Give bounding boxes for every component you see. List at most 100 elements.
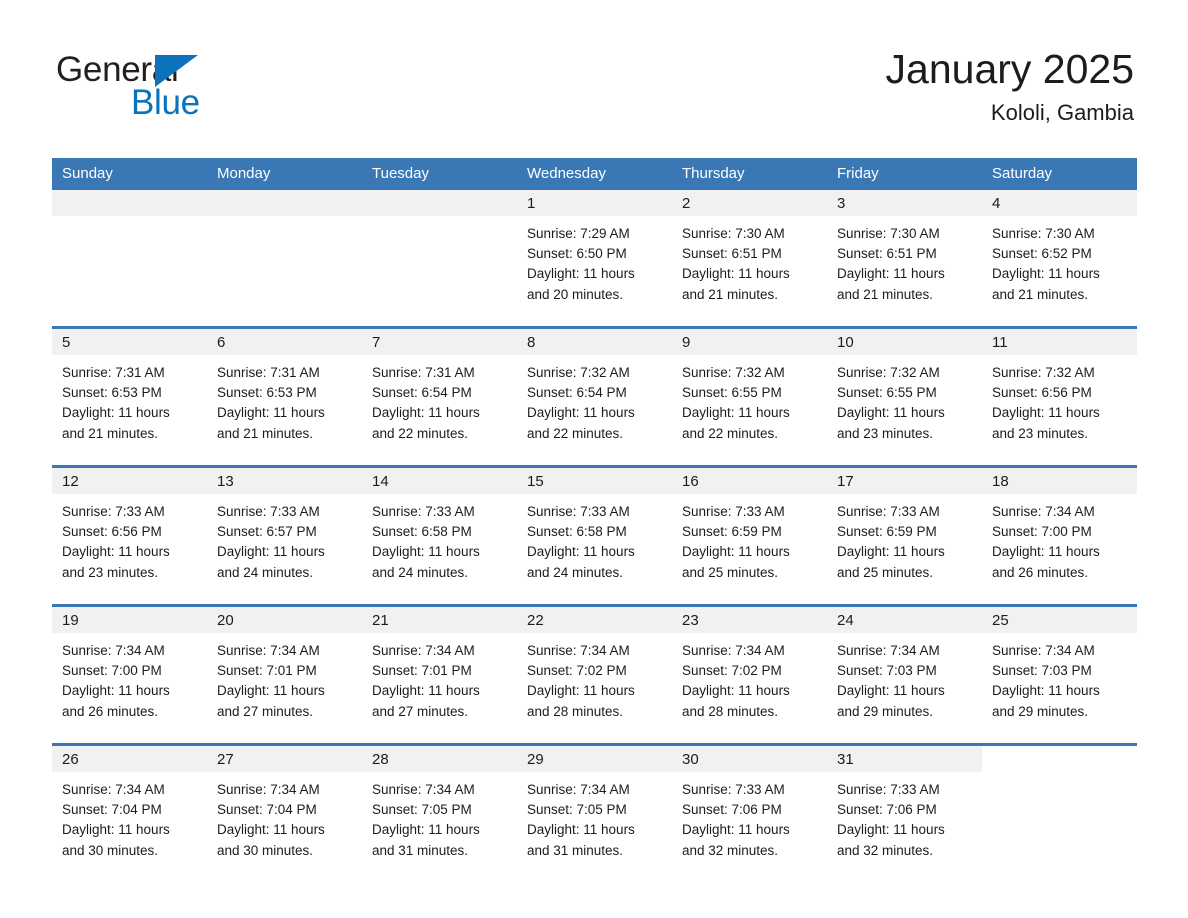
sunrise-text: Sunrise: 7:33 AM [372,504,475,519]
daylight-text-line1: Daylight: 11 hours [682,683,790,699]
sunset-text: Sunset: 7:03 PM [992,663,1092,679]
day-cell[interactable]: 25 Sunrise: 7:34 AM Sunset: 7:03 PM Dayligh… [982,604,1137,735]
sunset-text: Sunset: 6:51 PM [837,246,937,262]
daylight-text-line1: Daylight: 11 hours [992,683,1100,699]
day-cell[interactable]: 31 Sunrise: 7:33 AM Sunset: 7:06 PM Dayligh… [827,743,982,874]
sunrise-text: Sunrise: 7:33 AM [837,782,940,797]
sunrise-text: Sunrise: 7:33 AM [62,504,165,519]
day-cell[interactable]: 13 Sunrise: 7:33 AM Sunset: 6:57 PM Dayligh… [207,465,362,596]
day-cell[interactable]: 27 Sunrise: 7:34 AM Sunset: 7:04 PM Dayligh… [207,743,362,874]
day-cell[interactable]: 26 Sunrise: 7:34 AM Sunset: 7:04 PM Dayligh… [52,743,207,874]
day-cell-empty [362,190,517,318]
day-details: Sunrise: 7:34 AM Sunset: 7:04 PM Daylight:… [207,772,362,861]
day-cell[interactable]: 7 Sunrise: 7:31 AM Sunset: 6:54 PM Daylight… [362,326,517,457]
sunset-text: Sunset: 7:01 PM [372,663,472,679]
day-cell[interactable]: 15 Sunrise: 7:33 AM Sunset: 6:58 PM Dayligh… [517,465,672,596]
day-cell-inner: 16 Sunrise: 7:33 AM Sunset: 6:59 PM Dayligh… [672,468,827,596]
day-number: 4 [982,190,1137,216]
daylight-text-line1: Daylight: 11 hours [217,544,325,560]
day-cell-inner: 24 Sunrise: 7:34 AM Sunset: 7:03 PM Dayligh… [827,607,982,735]
day-cell[interactable]: 29 Sunrise: 7:34 AM Sunset: 7:05 PM Dayligh… [517,743,672,874]
daylight-text-line2: and 21 minutes. [62,425,159,441]
day-cell[interactable]: 22 Sunrise: 7:34 AM Sunset: 7:02 PM Dayligh… [517,604,672,735]
sunset-text: Sunset: 6:54 PM [527,385,627,401]
day-number: 28 [362,746,517,772]
weekday-header-row: Sunday Monday Tuesday Wednesday Thursday… [52,158,1137,190]
sunrise-text: Sunrise: 7:30 AM [992,226,1095,241]
daylight-text-line1: Daylight: 11 hours [527,405,635,421]
day-number: 3 [827,190,982,216]
day-cell[interactable]: 1 Sunrise: 7:29 AM Sunset: 6:50 PM Daylight… [517,190,672,318]
day-number: 26 [52,746,207,772]
day-number: 1 [517,190,672,216]
daylight-text-line2: and 28 minutes. [527,703,624,719]
day-cell[interactable]: 17 Sunrise: 7:33 AM Sunset: 6:59 PM Dayligh… [827,465,982,596]
sunrise-text: Sunrise: 7:33 AM [527,504,630,519]
daylight-text-line2: and 23 minutes. [992,425,1089,441]
day-cell[interactable]: 2 Sunrise: 7:30 AM Sunset: 6:51 PM Daylight… [672,190,827,318]
day-number: 30 [672,746,827,772]
day-details: Sunrise: 7:33 AM Sunset: 6:59 PM Daylight:… [827,494,982,583]
day-number: 7 [362,329,517,355]
day-cell[interactable]: 28 Sunrise: 7:34 AM Sunset: 7:05 PM Dayligh… [362,743,517,874]
day-cell-inner: 9 Sunrise: 7:32 AM Sunset: 6:55 PM Daylight… [672,329,827,457]
week-gap-cell [52,735,1137,745]
page-header: General Blue January 2025 Kololi, Gambia [0,0,1188,124]
day-number: 9 [672,329,827,355]
day-number [362,190,517,216]
sunset-text: Sunset: 6:51 PM [682,246,782,262]
sunset-text: Sunset: 7:02 PM [527,663,627,679]
day-cell-inner: 21 Sunrise: 7:34 AM Sunset: 7:01 PM Dayligh… [362,607,517,735]
day-number: 6 [207,329,362,355]
sunset-text: Sunset: 6:53 PM [62,385,162,401]
sunset-text: Sunset: 6:52 PM [992,246,1092,262]
day-cell[interactable]: 19 Sunrise: 7:34 AM Sunset: 7:00 PM Dayligh… [52,604,207,735]
day-number: 23 [672,607,827,633]
day-cell[interactable]: 14 Sunrise: 7:33 AM Sunset: 6:58 PM Dayligh… [362,465,517,596]
day-cell-inner: 30 Sunrise: 7:33 AM Sunset: 7:06 PM Dayligh… [672,746,827,874]
sunrise-text: Sunrise: 7:34 AM [217,643,320,658]
sunset-text: Sunset: 7:04 PM [62,802,162,818]
daylight-text-line1: Daylight: 11 hours [682,405,790,421]
daylight-text-line1: Daylight: 11 hours [992,405,1100,421]
day-details: Sunrise: 7:33 AM Sunset: 6:59 PM Daylight:… [672,494,827,583]
day-cell-inner [207,190,362,318]
day-cell-inner: 3 Sunrise: 7:30 AM Sunset: 6:51 PM Daylight… [827,190,982,318]
day-cell[interactable]: 21 Sunrise: 7:34 AM Sunset: 7:01 PM Dayligh… [362,604,517,735]
day-cell[interactable]: 18 Sunrise: 7:34 AM Sunset: 7:00 PM Dayligh… [982,465,1137,596]
daylight-text-line2: and 30 minutes. [217,842,314,858]
day-details: Sunrise: 7:31 AM Sunset: 6:53 PM Daylight:… [52,355,207,444]
sunset-text: Sunset: 6:59 PM [682,524,782,540]
day-details: Sunrise: 7:30 AM Sunset: 6:51 PM Daylight:… [827,216,982,305]
day-cell-empty [52,190,207,318]
sunset-text: Sunset: 7:04 PM [217,802,317,818]
day-cell[interactable]: 3 Sunrise: 7:30 AM Sunset: 6:51 PM Daylight… [827,190,982,318]
day-cell[interactable]: 5 Sunrise: 7:31 AM Sunset: 6:53 PM Daylight… [52,326,207,457]
day-cell[interactable]: 9 Sunrise: 7:32 AM Sunset: 6:55 PM Daylight… [672,326,827,457]
sunset-text: Sunset: 6:59 PM [837,524,937,540]
day-cell[interactable]: 10 Sunrise: 7:32 AM Sunset: 6:55 PM Dayligh… [827,326,982,457]
sunrise-text: Sunrise: 7:34 AM [992,504,1095,519]
day-number [982,746,1137,772]
week-gap-cell [52,457,1137,467]
day-cell[interactable]: 8 Sunrise: 7:32 AM Sunset: 6:54 PM Daylight… [517,326,672,457]
day-cell[interactable]: 6 Sunrise: 7:31 AM Sunset: 6:53 PM Daylight… [207,326,362,457]
day-number: 31 [827,746,982,772]
sunset-text: Sunset: 6:55 PM [837,385,937,401]
day-cell-inner: 27 Sunrise: 7:34 AM Sunset: 7:04 PM Dayligh… [207,746,362,874]
day-cell[interactable]: 16 Sunrise: 7:33 AM Sunset: 6:59 PM Dayligh… [672,465,827,596]
daylight-text-line2: and 30 minutes. [62,842,159,858]
sunrise-text: Sunrise: 7:31 AM [62,365,165,380]
day-number: 20 [207,607,362,633]
day-cell-inner: 14 Sunrise: 7:33 AM Sunset: 6:58 PM Dayligh… [362,468,517,596]
sunrise-text: Sunrise: 7:30 AM [837,226,940,241]
day-cell[interactable]: 20 Sunrise: 7:34 AM Sunset: 7:01 PM Dayligh… [207,604,362,735]
day-cell[interactable]: 11 Sunrise: 7:32 AM Sunset: 6:56 PM Dayligh… [982,326,1137,457]
day-cell[interactable]: 23 Sunrise: 7:34 AM Sunset: 7:02 PM Dayligh… [672,604,827,735]
day-cell[interactable]: 24 Sunrise: 7:34 AM Sunset: 7:03 PM Dayligh… [827,604,982,735]
day-cell[interactable]: 30 Sunrise: 7:33 AM Sunset: 7:06 PM Dayligh… [672,743,827,874]
day-cell[interactable]: 4 Sunrise: 7:30 AM Sunset: 6:52 PM Daylight… [982,190,1137,318]
page-subtitle-location: Kololi, Gambia [990,100,1134,126]
calendar-week-row: 5 Sunrise: 7:31 AM Sunset: 6:53 PM Daylight… [52,326,1137,457]
day-cell[interactable]: 12 Sunrise: 7:33 AM Sunset: 6:56 PM Dayligh… [52,465,207,596]
